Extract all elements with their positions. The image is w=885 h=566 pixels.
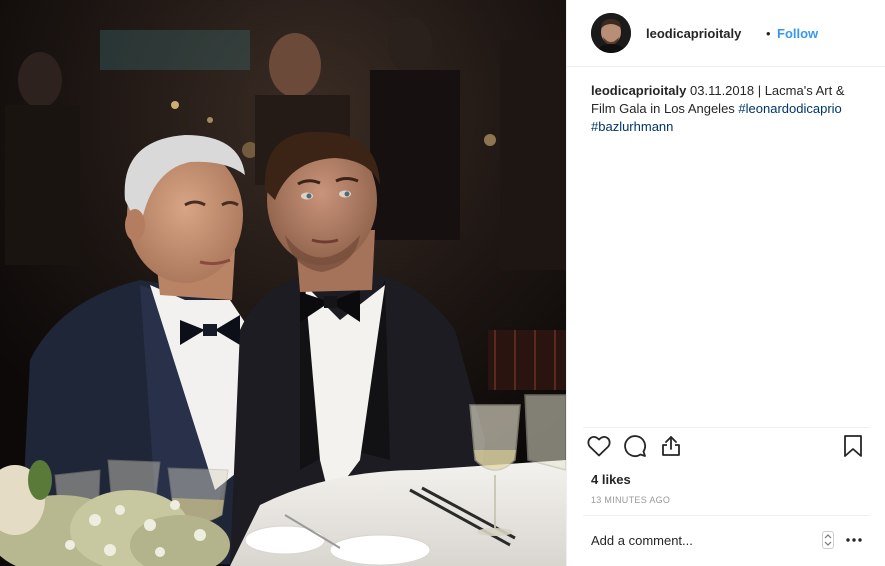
more-options-icon xyxy=(846,538,862,542)
post-actions-bar xyxy=(567,428,885,464)
photo-illustration xyxy=(0,0,566,566)
post-header: leodicaprioitaly • Follow xyxy=(567,0,885,67)
comment-form xyxy=(567,516,885,566)
post-caption: leodicaprioitaly 03.11.2018 | Lacma's Ar… xyxy=(591,82,861,136)
comment-button[interactable] xyxy=(621,432,649,460)
up-down-arrows-icon xyxy=(824,534,832,546)
comment-input[interactable] xyxy=(589,530,803,550)
hashtag-link[interactable]: #leonardodicaprio xyxy=(738,101,841,116)
header-username-link[interactable]: leodicaprioitaly xyxy=(646,26,741,41)
share-button[interactable] xyxy=(657,432,685,460)
follow-button[interactable]: Follow xyxy=(777,26,818,41)
like-button[interactable] xyxy=(585,432,613,460)
header-separator-dot: • xyxy=(766,26,771,41)
comment-scroll-spinner[interactable] xyxy=(822,531,834,549)
instagram-post: leodicaprioitaly • Follow leodicaprioita… xyxy=(0,0,885,566)
comment-icon xyxy=(624,435,646,457)
avatar-image xyxy=(591,13,631,53)
bookmark-icon xyxy=(844,435,862,457)
more-options-button[interactable] xyxy=(844,530,864,550)
save-button[interactable] xyxy=(839,432,867,460)
post-timestamp[interactable]: 13 MINUTES AGO xyxy=(591,495,670,505)
heart-icon xyxy=(587,435,611,457)
post-photo[interactable] xyxy=(0,0,566,566)
caption-username-link[interactable]: leodicaprioitaly xyxy=(591,83,686,98)
post-side-panel: leodicaprioitaly • Follow leodicaprioita… xyxy=(566,0,885,566)
share-icon xyxy=(662,436,680,456)
hashtag-link[interactable]: #bazlurhmann xyxy=(591,119,673,134)
avatar[interactable] xyxy=(591,13,631,53)
likes-count[interactable]: 4 likes xyxy=(591,472,631,487)
